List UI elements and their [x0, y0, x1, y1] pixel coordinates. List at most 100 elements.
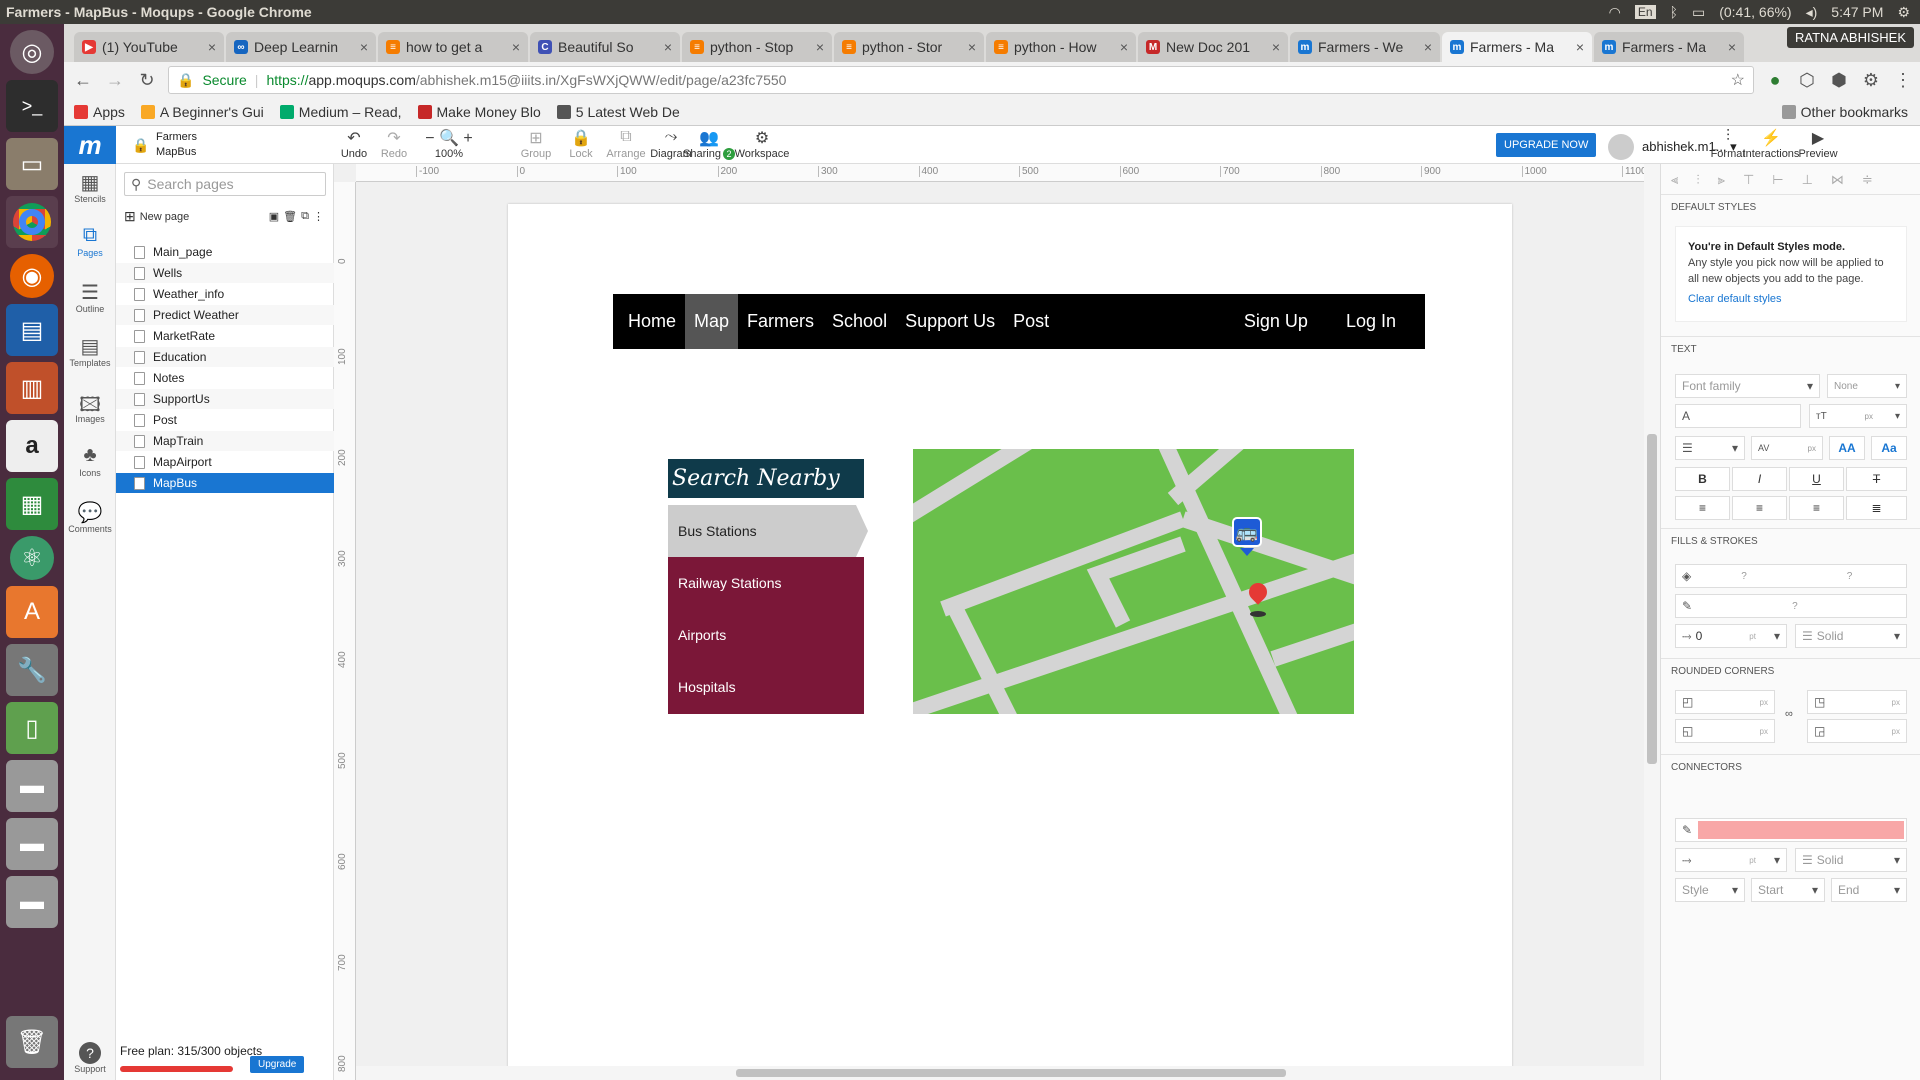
chrome-profile-button[interactable]: RATNA ABHISHEK	[1786, 27, 1914, 48]
bookmark-star-icon[interactable]: ☆	[1731, 70, 1745, 90]
ubuntu-logo-icon[interactable]: ◎	[10, 30, 54, 74]
canvas-area[interactable]: -100 0 100 200 300 400 500 600 700 800 900 1000 1100…	[334, 164, 1660, 1080]
page-list-item[interactable]: Notes	[116, 368, 334, 388]
mockup-navbar[interactable]: Home Map Farmers School Support Us Post Sign U…	[613, 294, 1425, 349]
align-bottom-icon[interactable]: ⊥	[1802, 172, 1813, 188]
tab-close-icon[interactable]: ×	[1728, 39, 1736, 55]
connector-style-select[interactable]: ☰ Solid ▾	[1795, 848, 1907, 872]
text-color-field[interactable]: A	[1675, 404, 1801, 428]
page-list-item[interactable]: Post	[116, 410, 334, 430]
page-list-item[interactable]: Predict Weather	[116, 305, 334, 325]
project-lock-icon[interactable]: 🔒	[132, 137, 149, 154]
stroke-color-field[interactable]: ✎?	[1675, 594, 1907, 618]
text-align-left-button[interactable]: ≡	[1675, 496, 1730, 520]
map-image[interactable]: 🚌	[913, 449, 1354, 714]
device-icon[interactable]: ▯	[6, 702, 58, 754]
extension-shield-icon[interactable]: ⬢	[1828, 70, 1850, 91]
user-avatar[interactable]	[1608, 134, 1634, 160]
tab-close-icon[interactable]: ×	[664, 39, 672, 55]
extension-icon[interactable]: ●	[1764, 70, 1786, 91]
underline-button[interactable]: U	[1789, 467, 1844, 491]
trash-icon[interactable]: 🗑	[6, 1016, 58, 1068]
rail-images[interactable]: 🖾 Images	[64, 390, 116, 424]
browser-tab[interactable]: ≡ how to get a ×	[378, 32, 528, 62]
tab-close-icon[interactable]: ×	[512, 39, 520, 55]
url-bar[interactable]: 🔒 Secure | https://app.moqups.com/abhish…	[168, 66, 1754, 94]
rail-templates[interactable]: ▤ Templates	[64, 334, 116, 368]
battery-status[interactable]: (0:41, 66%)	[1719, 4, 1791, 20]
clock[interactable]: 5:47 PM	[1831, 4, 1883, 20]
upgrade-now-button[interactable]: UPGRADE NOW	[1496, 133, 1597, 157]
capitalize-button[interactable]: Aa	[1871, 436, 1907, 460]
drive-icon-3[interactable]: ▬	[6, 876, 58, 928]
connector-end-select[interactable]: End ▾	[1831, 878, 1907, 902]
new-tab-button[interactable]	[1746, 32, 1776, 62]
browser-tab[interactable]: ▶ (1) YouTube ×	[74, 32, 224, 62]
bold-button[interactable]: B	[1675, 467, 1730, 491]
search-pages-input[interactable]: ⚲ Search pages	[124, 172, 326, 196]
page-list-item[interactable]: Wells	[116, 263, 334, 283]
rail-stencils[interactable]: ▦ Stencils	[64, 170, 116, 204]
align-center-icon[interactable]: ⫶	[1696, 172, 1699, 188]
fill-color-field[interactable]: ◈??	[1675, 564, 1907, 588]
corner-top-left-field[interactable]: ◰ px	[1675, 690, 1775, 714]
tab-close-icon[interactable]: ×	[1424, 39, 1432, 55]
clear-default-styles-link[interactable]: Clear default styles	[1688, 291, 1894, 307]
chrome-icon[interactable]	[6, 196, 58, 248]
connector-width-field[interactable]: ⤑ pt ▾	[1675, 848, 1787, 872]
mockup-nav-map[interactable]: Map	[685, 294, 739, 349]
tab-close-icon[interactable]: ×	[816, 39, 824, 55]
page-list-item[interactable]: MarketRate	[116, 326, 334, 346]
duplicate-page-icon[interactable]: ⧉	[301, 210, 309, 223]
chrome-menu-icon[interactable]: ⋮	[1892, 70, 1914, 91]
rail-icons[interactable]: ♣ Icons	[64, 444, 116, 478]
distribute-v-icon[interactable]: ≑	[1862, 172, 1873, 188]
horizontal-scroll-thumb[interactable]	[736, 1069, 1286, 1077]
reload-icon[interactable]: ↻	[136, 70, 158, 91]
moqups-logo[interactable]: m	[64, 126, 116, 164]
tool-100-button[interactable]: − 🔍 +100%	[421, 128, 477, 160]
font-size-field[interactable]: ᴛT px ▾	[1809, 404, 1907, 428]
mockup-nav-post[interactable]: Post	[1004, 294, 1058, 349]
italic-button[interactable]: I	[1732, 467, 1787, 491]
delete-page-icon[interactable]: 🗑	[283, 210, 297, 223]
browser-tab[interactable]: C Beautiful So ×	[530, 32, 680, 62]
corner-bottom-left-field[interactable]: ◱ px	[1675, 719, 1775, 743]
search-nearby-item[interactable]: Airports	[668, 609, 864, 661]
stroke-style-select[interactable]: ☰ Solid ▾	[1795, 624, 1907, 648]
new-folder-icon[interactable]: ▣	[269, 210, 279, 223]
tab-close-icon[interactable]: ×	[1120, 39, 1128, 55]
preview-button[interactable]: ▶ Preview	[1790, 128, 1846, 160]
browser-tab[interactable]: M New Doc 201 ×	[1138, 32, 1288, 62]
extension-box-icon[interactable]: ⬡	[1796, 70, 1818, 91]
system-settings-icon[interactable]: 🔧	[6, 644, 58, 696]
text-justify-button[interactable]: ≣	[1846, 496, 1907, 520]
rail-outline[interactable]: ☰ Outline	[64, 280, 116, 314]
text-align-right-button[interactable]: ≡	[1789, 496, 1844, 520]
rail-pages[interactable]: ⧉ Pages	[64, 224, 116, 258]
corner-bottom-right-field[interactable]: ◲ px	[1807, 719, 1907, 743]
mockup-nav-sign-up[interactable]: Sign Up	[1235, 294, 1317, 349]
browser-tab[interactable]: ≡ python - Stop ×	[682, 32, 832, 62]
stroke-width-field[interactable]: ⤑ 0 pt ▾	[1675, 624, 1787, 648]
libreoffice-calc-icon[interactable]: ▦	[6, 478, 58, 530]
align-middle-icon[interactable]: ⊢	[1772, 172, 1783, 188]
tool-redo-button[interactable]: ↷ Redo	[366, 128, 422, 160]
new-page-icon[interactable]: ⊞	[124, 208, 136, 225]
mockup-nav-home[interactable]: Home	[619, 294, 685, 349]
page-list-item[interactable]: SupportUs	[116, 389, 334, 409]
support-button[interactable]: ? Support	[64, 1042, 116, 1074]
page-list-item[interactable]: MapTrain	[116, 431, 334, 451]
uppercase-button[interactable]: AA	[1829, 436, 1865, 460]
page-list-item[interactable]: Main_page	[116, 242, 334, 262]
new-page-button[interactable]: New page	[140, 211, 190, 223]
tab-close-icon[interactable]: ×	[1576, 39, 1584, 55]
terminal-icon[interactable]: >_	[6, 80, 58, 132]
atom-icon[interactable]: ⚛	[10, 536, 54, 580]
browser-tab[interactable]: m Farmers - We ×	[1290, 32, 1440, 62]
software-center-icon[interactable]: A	[6, 586, 58, 638]
font-family-select[interactable]: Font family ▾	[1675, 374, 1820, 398]
settings-gear-icon[interactable]: ⚙	[1897, 4, 1910, 21]
forward-icon[interactable]: →	[104, 70, 126, 91]
connector-type-select[interactable]: Style ▾	[1675, 878, 1745, 902]
